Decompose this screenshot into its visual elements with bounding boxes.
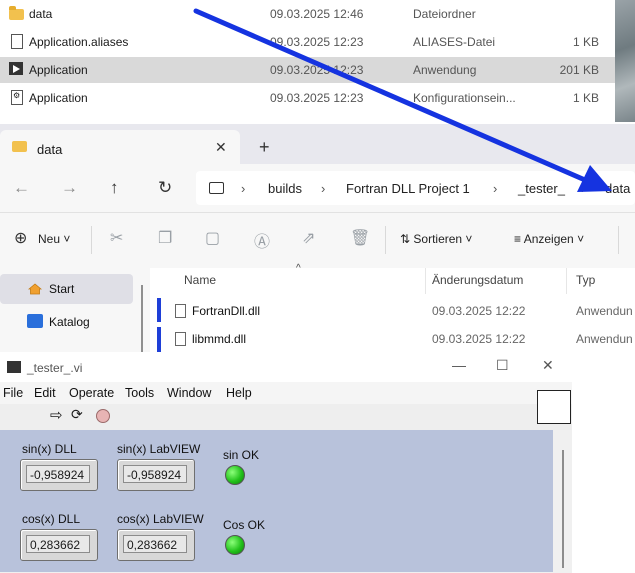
arrow-shaft [193,8,588,183]
annotation-arrow [193,8,612,192]
